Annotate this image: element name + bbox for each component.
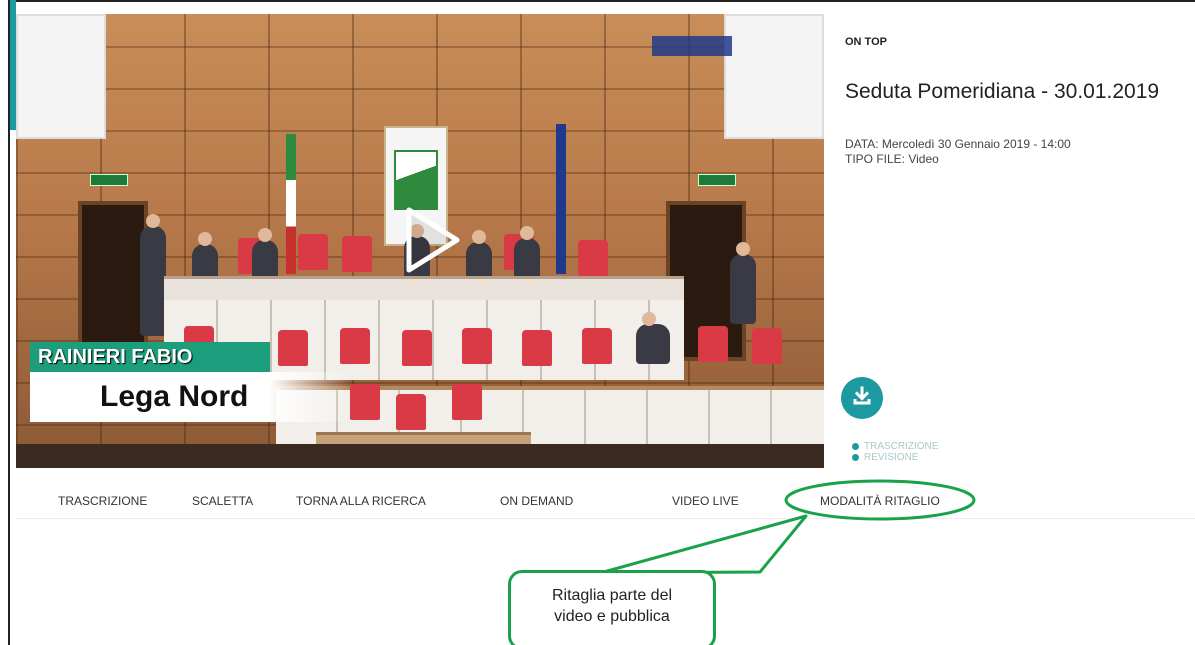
chair <box>578 240 608 276</box>
download-icon <box>852 386 872 411</box>
channel-logo <box>652 36 732 56</box>
chair <box>698 326 728 362</box>
annotation-callout: Ritaglia parte del video e pubblica <box>508 570 716 645</box>
legend-item: REVISIONE <box>852 452 938 463</box>
legend-label: TRASCRIZIONE <box>864 441 939 452</box>
tab-video-live[interactable]: VIDEO LIVE <box>672 494 739 508</box>
chair <box>350 384 380 420</box>
chair <box>342 236 372 272</box>
chair <box>462 328 492 364</box>
person-seated <box>636 312 670 364</box>
wall-screen-left <box>16 14 106 139</box>
legend-item: TRASCRIZIONE <box>852 441 938 452</box>
italian-flag <box>286 134 296 274</box>
tab-torna-alla-ricerca[interactable]: TORNA ALLA RICERCA <box>296 494 426 508</box>
bench-back <box>164 276 684 300</box>
speaker-name-caption: RAINIERI FABIO <box>30 342 270 372</box>
chair <box>582 328 612 364</box>
door-left <box>78 201 148 361</box>
chair <box>278 330 308 366</box>
chair <box>452 384 482 420</box>
exit-sign <box>698 174 736 186</box>
session-title: Seduta Pomeridiana - 30.01.2019 <box>845 80 1160 103</box>
chair <box>340 328 370 364</box>
chair <box>402 330 432 366</box>
legend-label: REVISIONE <box>864 452 919 463</box>
person-standing <box>140 214 166 336</box>
legend-dot <box>852 443 859 450</box>
chair <box>522 330 552 366</box>
tab-modalita-ritaglio[interactable]: MODALITÀ RITAGLIO <box>820 494 940 508</box>
section-label: ON TOP <box>845 36 887 48</box>
tab-scaletta[interactable]: SCALETTA <box>192 494 253 508</box>
floor <box>16 444 824 468</box>
person <box>730 242 756 324</box>
session-meta: DATA: Mercoledì 30 Gennaio 2019 - 14:00 … <box>845 137 1071 167</box>
session-date: DATA: Mercoledì 30 Gennaio 2019 - 14:00 <box>845 137 1071 151</box>
tab-on-demand[interactable]: ON DEMAND <box>500 494 573 508</box>
exit-sign <box>90 174 128 186</box>
player-tabs: TRASCRIZIONE SCALETTA TORNA ALLA RICERCA… <box>16 470 1195 520</box>
callout-line-2: video e pubblica <box>554 608 670 625</box>
legend-dot <box>852 454 859 461</box>
video-player[interactable]: RAINIERI FABIO Lega Nord <box>16 14 824 468</box>
callout-line-1: Ritaglia parte del <box>551 587 673 604</box>
chair <box>752 328 782 364</box>
file-type: TIPO FILE: Video <box>845 152 939 166</box>
status-legend: TRASCRIZIONE REVISIONE <box>852 441 938 463</box>
tab-trascrizione[interactable]: TRASCRIZIONE <box>58 494 147 508</box>
tabs-divider <box>16 518 1195 519</box>
eu-flag <box>556 124 566 274</box>
play-icon[interactable] <box>395 202 465 278</box>
download-button[interactable] <box>841 377 883 419</box>
chair <box>396 394 426 430</box>
speaker-party-caption: Lega Nord <box>30 372 350 422</box>
chair <box>298 234 328 270</box>
wall-screen-right <box>724 14 824 139</box>
